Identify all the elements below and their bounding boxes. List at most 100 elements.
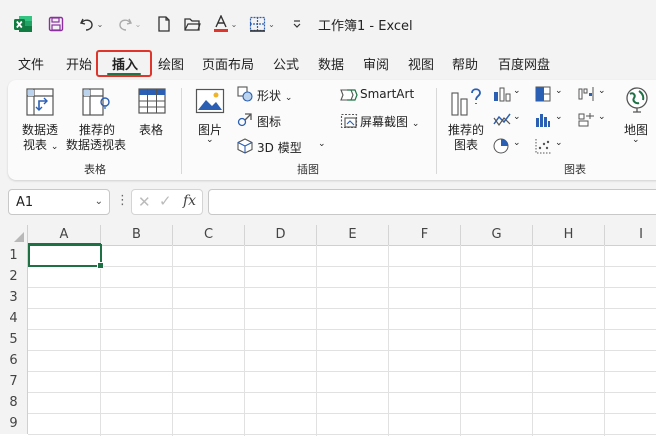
selected-cell-a1[interactable] xyxy=(28,244,104,269)
row-header-9[interactable]: 9 xyxy=(0,413,28,434)
new-file-icon[interactable] xyxy=(154,13,174,35)
recommended-charts-icon xyxy=(450,85,482,120)
table-button-label[interactable]: 表格 xyxy=(139,121,163,138)
tab-home[interactable]: 开始 xyxy=(66,54,92,73)
chevron-down-icon: ⌄ xyxy=(513,86,521,96)
row-header-8[interactable]: 8 xyxy=(0,392,28,413)
cancel-entry-icon[interactable]: ✕ xyxy=(138,193,151,211)
borders-icon xyxy=(250,16,266,32)
column-header-c[interactable]: C xyxy=(173,225,245,245)
group-label-illustrations: 插图 xyxy=(297,163,319,176)
formula-input[interactable] xyxy=(208,189,656,215)
chevron-down-icon: ⌄ xyxy=(230,19,238,29)
shapes-button[interactable]: 形状 ⌄ xyxy=(257,87,292,104)
row-header-6[interactable]: 6 xyxy=(0,350,28,371)
pivot-table-button-line2[interactable]: 视表 ⌄ xyxy=(23,136,58,153)
row-header-4[interactable]: 4 xyxy=(0,308,28,329)
chevron-down-icon: ⌄ xyxy=(598,112,606,122)
grid-line xyxy=(28,371,656,372)
tab-formulas[interactable]: 公式 xyxy=(273,54,299,73)
3d-model-icon xyxy=(237,138,253,157)
name-box-value: A1 xyxy=(16,195,34,210)
more-options-icon[interactable]: ⋮ xyxy=(116,193,129,208)
spreadsheet-grid[interactable]: A B C D E F G H I 1 2 3 4 5 6 7 8 9 xyxy=(0,225,656,436)
redo-icon xyxy=(118,18,132,31)
active-tab-underline xyxy=(107,73,141,75)
name-box[interactable]: A1 ⌄ xyxy=(8,189,110,215)
scatter-chart-button[interactable]: ⌄ xyxy=(535,138,563,157)
row-header-3[interactable]: 3 xyxy=(0,287,28,308)
grid-line xyxy=(604,245,605,436)
chevron-down-icon: ⌄ xyxy=(134,19,142,29)
grid-line xyxy=(316,245,317,436)
select-all-corner[interactable] xyxy=(0,225,28,245)
column-header-i[interactable]: I xyxy=(605,225,656,245)
recommended-pivot-icon xyxy=(80,86,112,121)
borders-button[interactable]: ⌄ xyxy=(246,13,278,35)
combo-chart-icon xyxy=(578,113,594,127)
scatter-chart-icon xyxy=(535,139,552,154)
insert-function-button[interactable]: fx xyxy=(183,193,196,209)
chevron-down-icon[interactable]: ⌄ xyxy=(95,196,103,207)
chevron-down-icon: ⌄ xyxy=(632,135,640,145)
column-header-d[interactable]: D xyxy=(245,225,317,245)
shapes-icon xyxy=(237,86,253,105)
row-header-1[interactable]: 1 xyxy=(0,245,28,266)
pie-chart-icon xyxy=(493,138,509,154)
font-color-button[interactable]: ⌄ xyxy=(210,13,240,35)
row-header-2[interactable]: 2 xyxy=(0,266,28,287)
column-header-b[interactable]: B xyxy=(101,225,173,245)
grid-line xyxy=(28,392,656,393)
tab-data[interactable]: 数据 xyxy=(318,54,344,73)
tab-help[interactable]: 帮助 xyxy=(452,54,478,73)
grid-line xyxy=(172,245,173,436)
redo-button[interactable]: ⌄ xyxy=(114,13,144,35)
screenshot-button[interactable]: 屏幕截图 ⌄ xyxy=(360,113,419,130)
column-header-a[interactable]: A xyxy=(28,225,101,245)
smartart-button-label[interactable]: SmartArt xyxy=(360,87,414,101)
grid-line xyxy=(28,329,656,330)
chevron-down-icon: ⌄ xyxy=(284,93,293,103)
column-header-f[interactable]: F xyxy=(389,225,461,245)
column-header-g[interactable]: G xyxy=(461,225,533,245)
chevron-down-icon: ⌄ xyxy=(555,138,563,148)
hierarchy-chart-button[interactable]: ⌄ xyxy=(535,86,563,105)
icons-button-label[interactable]: 图标 xyxy=(257,113,281,130)
recommended-pivot-line2[interactable]: 数据透视表 xyxy=(66,136,126,153)
customize-quick-access-icon[interactable] xyxy=(288,13,306,35)
grid-line xyxy=(244,245,245,436)
formula-tools: ✕ ✓ fx xyxy=(131,189,203,215)
font-color-icon xyxy=(213,15,228,32)
undo-button[interactable]: ⌄ xyxy=(76,13,106,35)
pivot-table-icon xyxy=(24,86,56,121)
tab-view[interactable]: 视图 xyxy=(408,54,434,73)
waterfall-chart-button[interactable]: ⌄ xyxy=(578,86,606,105)
save-icon[interactable] xyxy=(46,13,66,35)
confirm-entry-icon[interactable]: ✓ xyxy=(159,192,172,210)
title-bar: ⌄ ⌄ ⌄ ⌄ 工作簿1 - Excel xyxy=(0,0,656,46)
maps-icon xyxy=(624,86,650,119)
tab-file[interactable]: 文件 xyxy=(18,54,44,73)
tab-draw[interactable]: 绘图 xyxy=(158,54,184,73)
grid-line xyxy=(28,413,656,414)
chevron-down-icon: ⌄ xyxy=(96,19,104,29)
row-header-5[interactable]: 5 xyxy=(0,329,28,350)
3d-model-button-label[interactable]: 3D 模型 xyxy=(257,139,302,156)
column-header-e[interactable]: E xyxy=(317,225,389,245)
tab-page-layout[interactable]: 页面布局 xyxy=(202,54,254,73)
pie-chart-button[interactable]: ⌄ xyxy=(493,138,521,157)
chevron-down-icon: ⌄ xyxy=(411,119,420,129)
column-header-h[interactable]: H xyxy=(533,225,605,245)
statistic-chart-icon xyxy=(536,114,550,127)
line-chart-button[interactable]: ⌄ xyxy=(493,112,521,131)
chevron-down-icon: ⌄ xyxy=(318,139,326,149)
recommended-charts-line2[interactable]: 图表 xyxy=(454,136,478,153)
open-folder-icon[interactable] xyxy=(182,13,202,35)
column-chart-button[interactable]: ⌄ xyxy=(493,86,521,105)
row-header-7[interactable]: 7 xyxy=(0,371,28,392)
statistic-chart-button[interactable]: ⌄ xyxy=(535,112,563,131)
combo-chart-button[interactable]: ⌄ xyxy=(578,112,606,131)
tab-review[interactable]: 审阅 xyxy=(363,54,389,73)
chevron-down-icon: ⌄ xyxy=(206,135,214,145)
tab-baidu-netdisk[interactable]: 百度网盘 xyxy=(498,54,550,73)
